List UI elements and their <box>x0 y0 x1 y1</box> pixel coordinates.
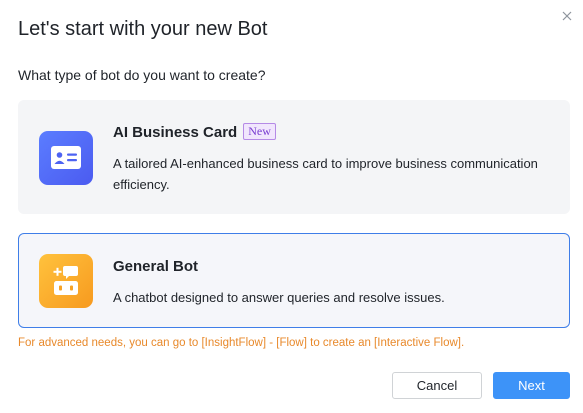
option-description: A tailored AI-enhanced business card to … <box>113 156 538 192</box>
dialog-title: Let's start with your new Bot <box>18 18 268 40</box>
close-icon <box>562 11 572 21</box>
option-title: AI Business Card New <box>113 123 276 141</box>
new-badge: New <box>243 123 276 140</box>
cancel-button[interactable]: Cancel <box>392 372 482 399</box>
next-button[interactable]: Next <box>493 372 570 399</box>
option-title: General Bot <box>113 258 199 275</box>
option-ai-business-card[interactable]: AI Business Card New A tailored AI-enhanc… <box>18 100 570 214</box>
advanced-hint: For advanced needs, you can go to [Insig… <box>18 337 465 349</box>
create-bot-dialog: Let's start with your new Bot What type … <box>0 0 583 413</box>
bot-chat-icon <box>39 254 93 308</box>
option-title-text: AI Business Card <box>113 124 238 141</box>
option-description: A chatbot designed to answer queries and… <box>113 290 445 305</box>
id-card-icon <box>39 131 93 185</box>
close-button[interactable] <box>560 9 574 23</box>
bot-type-question: What type of bot do you want to create? <box>18 67 266 83</box>
option-general-bot[interactable]: General Bot A chatbot designed to answer… <box>18 233 570 328</box>
